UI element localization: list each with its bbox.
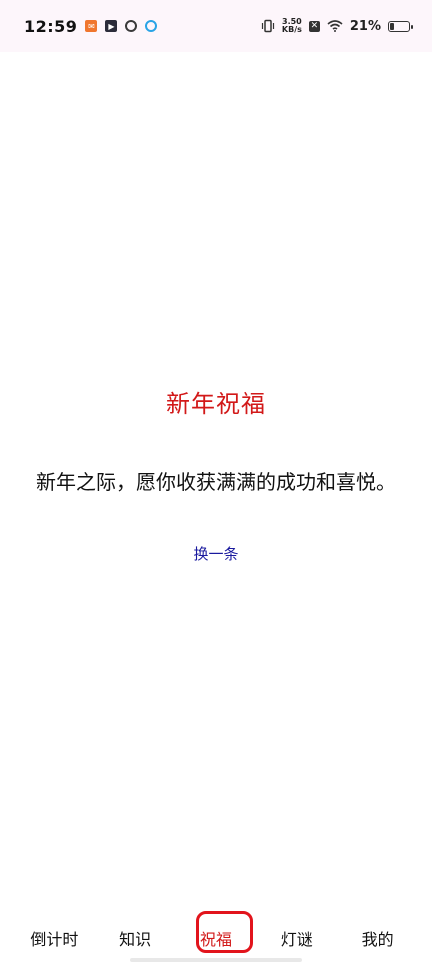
battery-icon xyxy=(388,20,413,32)
status-time: 12:59 xyxy=(24,16,78,36)
video-app-icon: ▶ xyxy=(105,20,118,32)
status-left: 12:59 ✉ ▶ xyxy=(24,16,158,36)
no-sim-icon: ✕ xyxy=(308,20,320,32)
status-right: 3.50 KB/s ✕ 21% xyxy=(261,18,413,34)
browser-app-icon xyxy=(145,20,158,32)
nav-item-countdown[interactable]: 倒计时 xyxy=(17,908,91,950)
network-speed: 3.50 KB/s xyxy=(282,18,302,34)
link-app-icon xyxy=(125,20,138,32)
nav-item-knowledge[interactable]: 知识 xyxy=(98,908,172,950)
battery-fill xyxy=(390,22,394,30)
nav-item-riddles[interactable]: 灯谜 xyxy=(260,908,334,950)
vibrate-icon xyxy=(261,19,274,33)
home-indicator[interactable] xyxy=(130,958,302,962)
nav-item-blessing[interactable]: 祝福 xyxy=(179,908,253,950)
wifi-icon xyxy=(327,20,343,32)
network-speed-unit: KB/s xyxy=(281,25,302,34)
change-blessing-button[interactable]: 换一条 xyxy=(166,540,266,566)
page-title: 新年祝福 xyxy=(166,390,266,418)
app-notification-icon: ✉ xyxy=(85,20,98,32)
app-screen: 12:59 ✉ ▶ 3.50 KB/s ✕ 21% 新年祝福 新年之际，愿你收获… xyxy=(0,0,432,964)
status-bar: 12:59 ✉ ▶ 3.50 KB/s ✕ 21% xyxy=(0,0,432,52)
blessing-text: 新年之际，愿你收获满满的成功和喜悦。 xyxy=(36,470,396,494)
nav-item-mine[interactable]: 我的 xyxy=(341,908,415,950)
battery-percent: 21% xyxy=(349,18,381,34)
bottom-nav: 倒计时 知识 祝福 灯谜 我的 xyxy=(0,908,432,964)
